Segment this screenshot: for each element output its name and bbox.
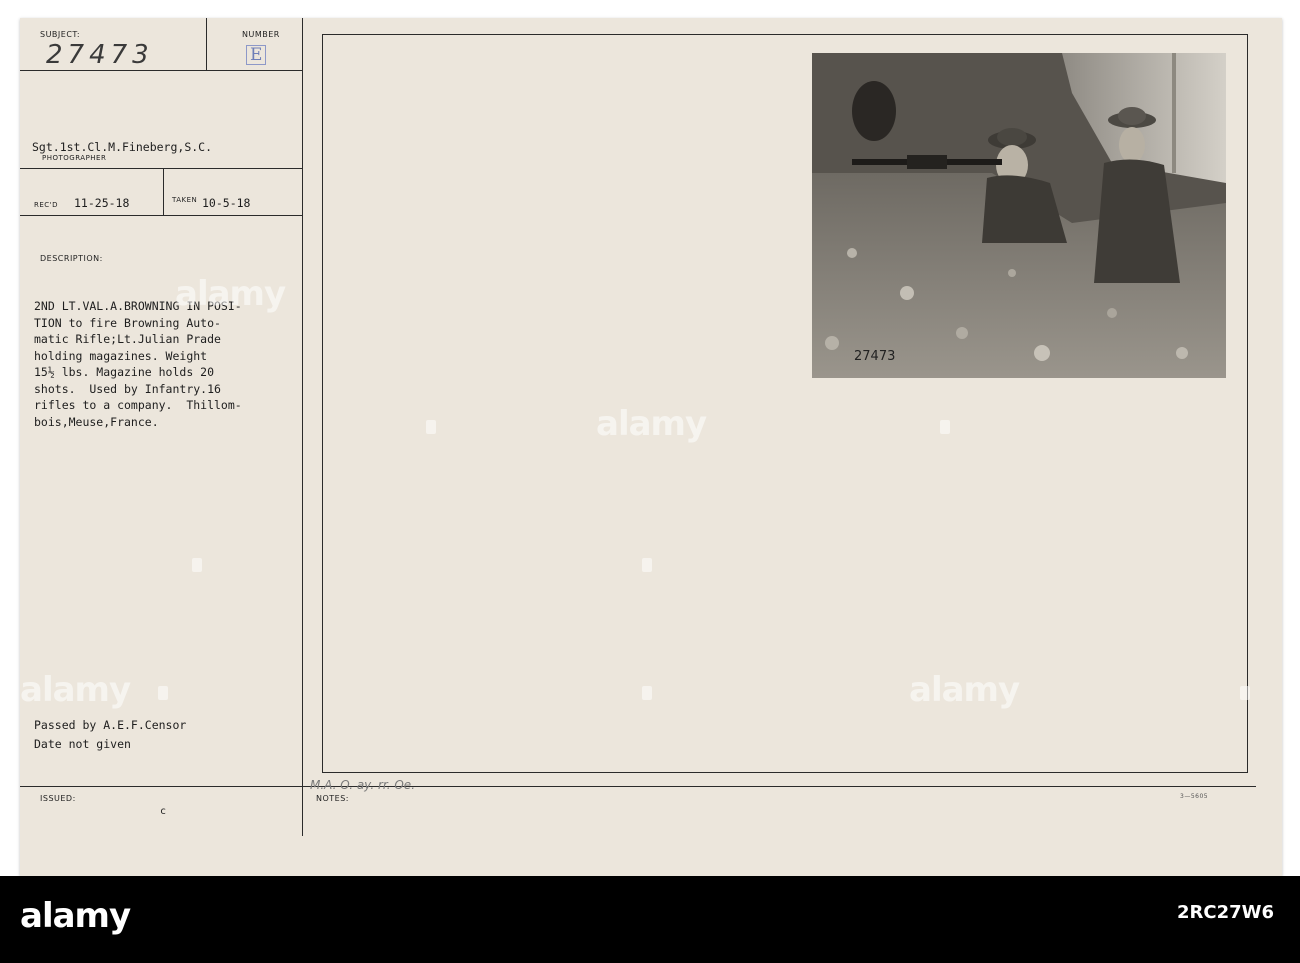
taken-label: TAKEN <box>172 196 198 204</box>
subject-number: 27473 <box>46 40 154 70</box>
watermark-text: alamy <box>20 670 131 710</box>
watermark-mark <box>426 420 436 434</box>
notes-label: NOTES: <box>316 794 349 803</box>
archival-photograph: 27473 <box>812 53 1226 378</box>
number-stamp: E <box>246 45 267 65</box>
watermark-mark <box>642 686 652 700</box>
watermark-mark <box>158 686 168 700</box>
watermark-mark <box>1240 686 1250 700</box>
censor-text: Passed by A.E.F.Censor Date not given <box>34 718 187 751</box>
watermark-text: alamy <box>596 404 707 444</box>
description-text: 2ND LT.VAL.A.BROWNING IN POSI- TION to f… <box>34 299 242 429</box>
divider <box>20 168 302 169</box>
footer-image-id: 2RC27W6 <box>1177 902 1274 923</box>
taken-date: 10-5-18 <box>202 196 251 210</box>
footer-logo: alamy <box>20 896 131 936</box>
watermark-mark <box>940 420 950 434</box>
watermark-text: alamy <box>909 670 1020 710</box>
issued-code: c <box>160 806 167 817</box>
trench-scene-image <box>812 53 1226 378</box>
divider <box>206 18 207 70</box>
divider <box>163 168 164 216</box>
photographer-name: Sgt.1st.Cl.M.Fineberg,S.C. <box>32 140 213 154</box>
divider <box>20 786 1256 787</box>
footer-image-id-value: 2RC27W6 <box>1176 902 1274 923</box>
divider <box>20 215 302 216</box>
description-label: DESCRIPTION: <box>40 254 103 263</box>
corner-code: 3—5605 <box>1180 793 1209 800</box>
notes-handwriting: M.A. O. ay. rr. Oe. <box>310 778 416 792</box>
recd-label: REC'D <box>34 201 58 209</box>
number-label: NUMBER <box>242 30 280 39</box>
issued-label: ISSUED: <box>40 794 76 803</box>
photo-number-overlay: 27473 <box>854 349 896 364</box>
footer-bar: alamy 2RC27W6 <box>0 876 1300 963</box>
watermark-text: alamy <box>175 274 286 314</box>
photographer-label: PHOTOGRAPHER <box>42 154 107 162</box>
watermark-mark <box>642 558 652 572</box>
recd-date: 11-25-18 <box>74 196 130 210</box>
divider <box>20 70 302 71</box>
subject-label: SUBJECT: <box>40 30 81 39</box>
watermark-mark <box>192 558 202 572</box>
record-card: SUBJECT: 27473 NUMBER E Sgt.1st.Cl.M.Fin… <box>20 18 1282 876</box>
